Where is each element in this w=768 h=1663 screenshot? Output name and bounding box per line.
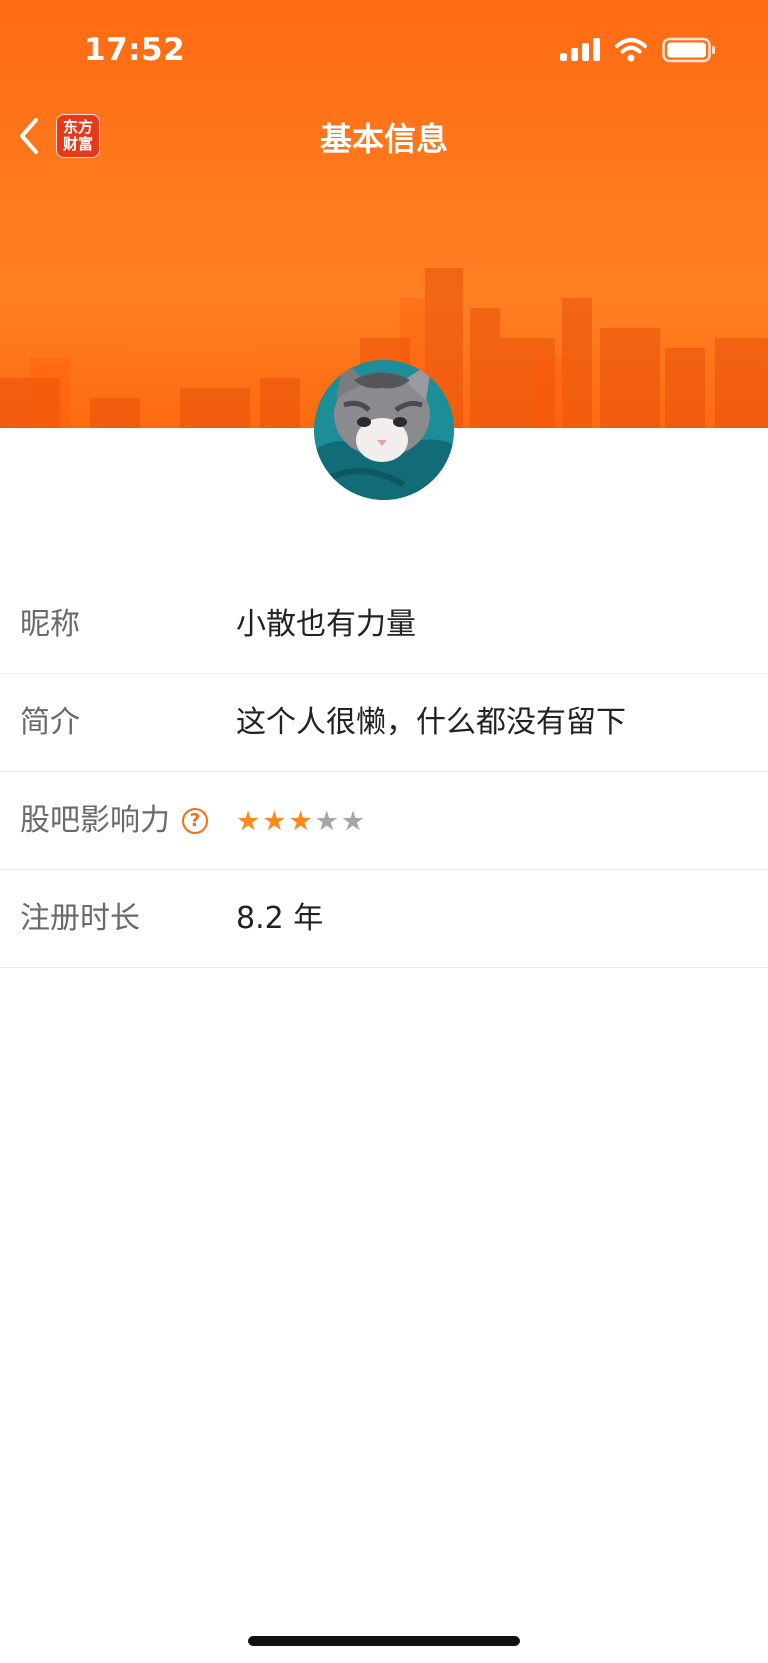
bio-label: 简介 — [20, 705, 80, 740]
status-time: 17:52 — [84, 32, 186, 68]
nickname-value: 小散也有力量 — [236, 607, 416, 642]
help-icon[interactable]: ? — [182, 808, 208, 834]
signal-icon — [560, 38, 600, 61]
page-title: 基本信息 — [319, 120, 448, 158]
status-bar: 17:52 — [0, 0, 768, 100]
influence-label-group: 股吧影响力 ? — [20, 772, 208, 870]
bio-value: 这个人很懒，什么都没有留下 — [236, 705, 626, 740]
info-row-registration: 注册时长 8.2 年 — [0, 870, 768, 968]
navigation-bar: 东方 财富 基本信息 — [0, 100, 768, 172]
influence-rating: ★ ★ ★ ★ ★ — [236, 772, 365, 870]
influence-label: 股吧影响力 — [20, 803, 170, 838]
star-filled-icon: ★ — [262, 805, 287, 837]
info-row-nickname: 昵称 小散也有力量 — [0, 576, 768, 674]
info-row-bio: 简介 这个人很懒，什么都没有留下 — [0, 674, 768, 772]
star-filled-icon: ★ — [236, 805, 261, 837]
registration-value: 8.2 年 — [236, 901, 324, 936]
star-filled-icon: ★ — [288, 805, 313, 837]
nickname-label: 昵称 — [20, 607, 80, 642]
registration-label: 注册时长 — [20, 901, 140, 936]
kitten-avatar-image — [314, 360, 454, 500]
profile-info-list: 昵称 小散也有力量 简介 这个人很懒，什么都没有留下 股吧影响力 ? ★ ★ ★ ★ ★… — [0, 576, 768, 968]
home-indicator[interactable] — [248, 1636, 520, 1646]
info-row-influence: 股吧影响力 ? ★ ★ ★ ★ ★ — [0, 772, 768, 870]
battery-icon — [662, 37, 715, 63]
star-empty-icon: ★ — [314, 805, 339, 837]
wifi-icon — [615, 38, 647, 62]
star-empty-icon: ★ — [340, 805, 366, 837]
avatar[interactable] — [314, 360, 454, 500]
status-icons — [560, 36, 716, 64]
